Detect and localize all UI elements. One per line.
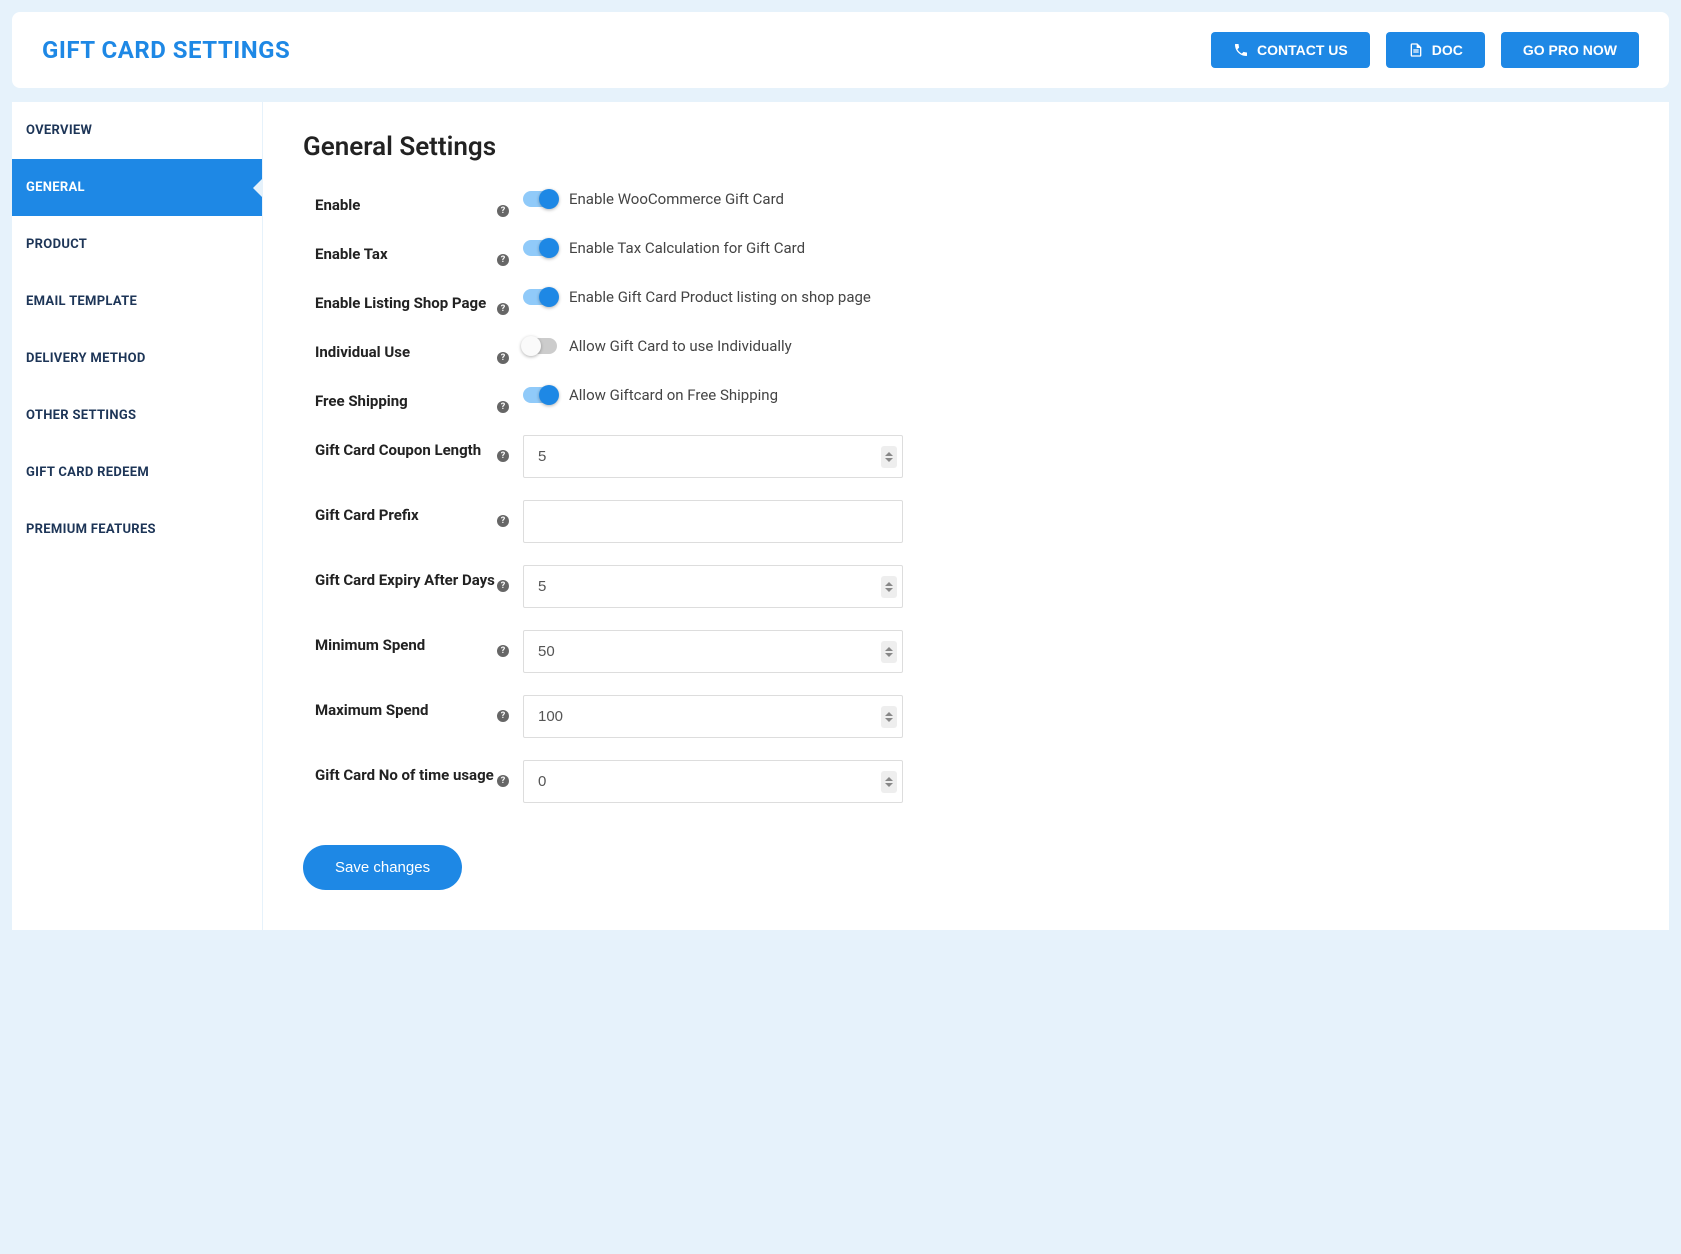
save-changes-button[interactable]: Save changes [303,845,462,890]
go-pro-label: GO PRO NOW [1523,42,1617,58]
row-usage: Gift Card No of time usage ? [303,760,1629,803]
help-enable: ? [497,190,523,217]
spinner-icon[interactable] [881,446,897,468]
help-icon[interactable]: ? [497,303,509,315]
go-pro-button[interactable]: GO PRO NOW [1501,32,1639,68]
sidebar-item-premium-features[interactable]: PREMIUM FEATURES [12,501,262,558]
row-max-spend: Maximum Spend ? [303,695,1629,738]
help-icon[interactable]: ? [497,580,509,592]
input-min-spend[interactable] [523,630,903,673]
sidebar: OVERVIEW GENERAL PRODUCT EMAIL TEMPLATE … [12,102,262,930]
desc-enable-tax: Enable Tax Calculation for Gift Card [569,239,805,257]
toggle-enable-tax[interactable] [523,240,557,256]
toggle-enable[interactable] [523,191,557,207]
label-max-spend: Maximum Spend [315,695,497,719]
sidebar-item-delivery-method[interactable]: DELIVERY METHOD [12,330,262,387]
help-expiry: ? [497,565,523,592]
header-buttons: CONTACT US DOC GO PRO NOW [1211,32,1639,68]
phone-icon [1233,42,1249,58]
label-enable: Enable [315,190,497,214]
help-icon[interactable]: ? [497,645,509,657]
doc-button[interactable]: DOC [1386,32,1485,68]
label-prefix: Gift Card Prefix [315,500,497,524]
help-icon[interactable]: ? [497,254,509,266]
help-icon[interactable]: ? [497,710,509,722]
contact-us-button[interactable]: CONTACT US [1211,32,1370,68]
row-prefix: Gift Card Prefix ? [303,500,1629,543]
sidebar-item-gift-card-redeem[interactable]: GIFT CARD REDEEM [12,444,262,501]
help-min-spend: ? [497,630,523,657]
desc-listing: Enable Gift Card Product listing on shop… [569,288,871,306]
desc-shipping: Allow Giftcard on Free Shipping [569,386,778,404]
label-usage: Gift Card No of time usage [315,760,497,784]
help-enable-tax: ? [497,239,523,266]
desc-individual: Allow Gift Card to use Individually [569,337,792,355]
help-prefix: ? [497,500,523,527]
input-prefix[interactable] [523,500,903,543]
contact-us-label: CONTACT US [1257,42,1348,58]
label-enable-tax: Enable Tax [315,239,497,263]
label-min-spend: Minimum Spend [315,630,497,654]
sidebar-item-overview[interactable]: OVERVIEW [12,102,262,159]
row-coupon-length: Gift Card Coupon Length ? [303,435,1629,478]
row-min-spend: Minimum Spend ? [303,630,1629,673]
help-icon[interactable]: ? [497,401,509,413]
content-title: General Settings [303,132,1629,162]
spinner-icon[interactable] [881,771,897,793]
input-max-spend[interactable] [523,695,903,738]
label-coupon-length: Gift Card Coupon Length [315,435,497,459]
help-listing: ? [497,288,523,315]
row-expiry: Gift Card Expiry After Days ? [303,565,1629,608]
label-shipping: Free Shipping [315,386,497,410]
help-max-spend: ? [497,695,523,722]
content-panel: General Settings Enable ? Enable WooComm… [262,102,1669,930]
help-icon[interactable]: ? [497,515,509,527]
row-individual: Individual Use ? Allow Gift Card to use … [303,337,1629,364]
main-container: OVERVIEW GENERAL PRODUCT EMAIL TEMPLATE … [12,102,1669,930]
help-coupon-length: ? [497,435,523,462]
doc-label: DOC [1432,42,1463,58]
page-title: GIFT CARD SETTINGS [42,36,290,64]
document-icon [1408,42,1424,58]
label-listing: Enable Listing Shop Page [315,288,497,312]
input-coupon-length[interactable] [523,435,903,478]
help-icon[interactable]: ? [497,775,509,787]
header-bar: GIFT CARD SETTINGS CONTACT US DOC GO PRO… [12,12,1669,88]
input-usage[interactable] [523,760,903,803]
row-listing: Enable Listing Shop Page ? Enable Gift C… [303,288,1629,315]
spinner-icon[interactable] [881,641,897,663]
row-shipping: Free Shipping ? Allow Giftcard on Free S… [303,386,1629,413]
sidebar-item-general[interactable]: GENERAL [12,159,262,216]
help-icon[interactable]: ? [497,450,509,462]
help-individual: ? [497,337,523,364]
desc-enable: Enable WooCommerce Gift Card [569,190,784,208]
spinner-icon[interactable] [881,706,897,728]
input-expiry[interactable] [523,565,903,608]
help-icon[interactable]: ? [497,352,509,364]
toggle-listing[interactable] [523,289,557,305]
spinner-icon[interactable] [881,576,897,598]
label-individual: Individual Use [315,337,497,361]
sidebar-item-email-template[interactable]: EMAIL TEMPLATE [12,273,262,330]
row-enable: Enable ? Enable WooCommerce Gift Card [303,190,1629,217]
sidebar-item-product[interactable]: PRODUCT [12,216,262,273]
toggle-individual[interactable] [523,338,557,354]
toggle-shipping[interactable] [523,387,557,403]
help-icon[interactable]: ? [497,205,509,217]
row-enable-tax: Enable Tax ? Enable Tax Calculation for … [303,239,1629,266]
help-usage: ? [497,760,523,787]
label-expiry: Gift Card Expiry After Days [315,565,497,589]
help-shipping: ? [497,386,523,413]
sidebar-item-other-settings[interactable]: OTHER SETTINGS [12,387,262,444]
